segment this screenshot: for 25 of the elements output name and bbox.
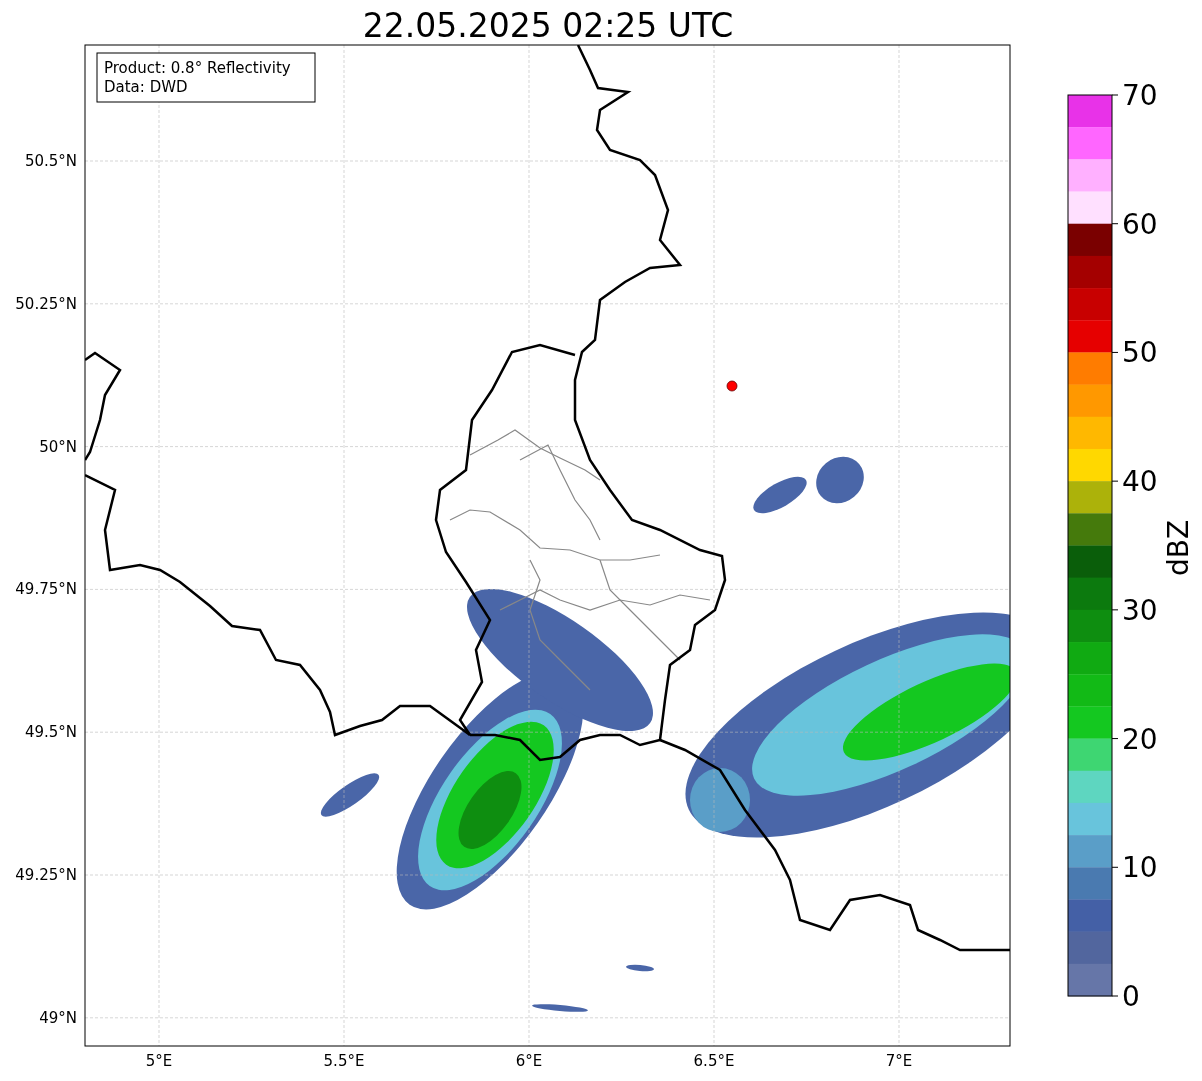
radar-site-marker xyxy=(726,380,738,392)
latitude-label: 49.5°N xyxy=(24,723,77,742)
latitude-label: 49°N xyxy=(39,1008,77,1027)
colorbar-label: dBZ xyxy=(1162,519,1195,577)
longitude-label: 6.5°E xyxy=(693,1052,735,1070)
colorbar-tick-label: 40 xyxy=(1122,465,1158,499)
colorbar-tick-label: 30 xyxy=(1122,593,1158,627)
colorbar-tick-label: 50 xyxy=(1122,336,1158,370)
colorbar-tick-label: 20 xyxy=(1122,722,1158,756)
info-text: Product: 0.8° Reflectivity xyxy=(104,59,291,77)
longitude-label: 6°E xyxy=(515,1052,543,1070)
latitude-label: 49.25°N xyxy=(15,866,77,884)
longitude-label: 5.5°E xyxy=(323,1052,365,1070)
latitude-label: 50°N xyxy=(39,437,77,456)
longitude-label: 5°E xyxy=(145,1052,173,1070)
latitude-label: 49.75°N xyxy=(15,580,77,599)
info-text: Data: DWD xyxy=(104,78,188,96)
chart-title: 22.05.2025 02:25 UTC xyxy=(362,6,734,45)
colorbar-tick-label: 60 xyxy=(1122,207,1158,241)
latitude-label: 50.25°N xyxy=(15,294,77,313)
latitude-label: 50.5°N xyxy=(24,152,77,170)
colorbar-tick-label: 70 xyxy=(1122,79,1158,112)
longitude-label: 7°E xyxy=(885,1052,913,1070)
colorbar-tick-label: 0 xyxy=(1122,980,1140,1013)
colorbar-tick-label: 10 xyxy=(1122,851,1158,885)
